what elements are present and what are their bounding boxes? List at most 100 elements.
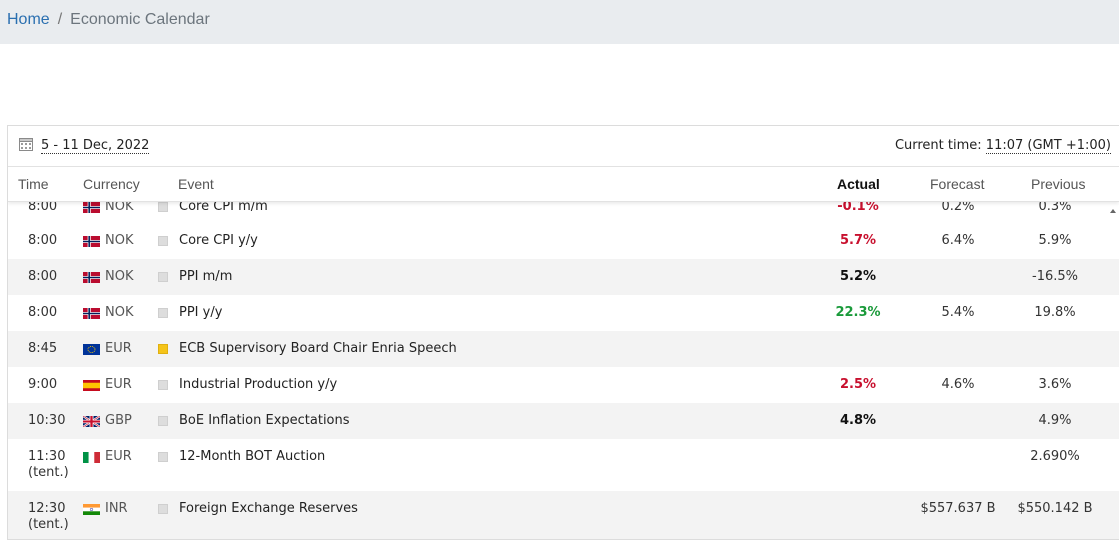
column-header-event: Event bbox=[178, 176, 214, 192]
event-name-link[interactable]: ECB Supervisory Board Chair Enria Speech bbox=[179, 341, 457, 356]
importance-indicator-icon bbox=[158, 452, 168, 462]
event-actual: 5.2% bbox=[839, 269, 877, 284]
event-time: 11:30 (tent.) bbox=[28, 449, 78, 481]
current-time: Current time: 11:07 (GMT +1:00) bbox=[894, 138, 1111, 154]
event-forecast: 5.4% bbox=[941, 305, 975, 320]
event-time-tentative: (tent.) bbox=[28, 517, 69, 532]
india-flag-icon bbox=[83, 504, 100, 515]
event-time: 8:00 bbox=[28, 305, 78, 321]
event-time-value: 8:00 bbox=[28, 269, 58, 284]
event-time: 8:00 bbox=[28, 269, 78, 285]
event-row[interactable]: 8:00 NOK PPI m/m 5.2% -16.5% bbox=[8, 259, 1119, 295]
event-forecast: 0.2% bbox=[941, 201, 975, 214]
event-name-link[interactable]: Industrial Production y/y bbox=[179, 377, 337, 392]
event-previous: $550.142 B bbox=[1017, 501, 1093, 516]
event-actual: 5.7% bbox=[839, 233, 877, 248]
spain-flag-icon bbox=[83, 380, 100, 391]
event-currency: NOK bbox=[105, 233, 134, 248]
event-actual: 22.3% bbox=[835, 305, 881, 320]
event-row[interactable]: 8:00 NOK Core CPI y/y 5.7% 6.4% 5.9% bbox=[8, 223, 1119, 259]
event-forecast: 6.4% bbox=[941, 233, 975, 248]
calendar-icon[interactable] bbox=[19, 137, 33, 151]
importance-indicator-icon bbox=[158, 308, 168, 318]
event-name-link[interactable]: Core CPI y/y bbox=[179, 233, 258, 248]
event-time: 8:00 bbox=[28, 201, 78, 215]
event-time-value: 8:00 bbox=[28, 305, 58, 320]
event-forecast: $557.637 B bbox=[920, 501, 996, 516]
event-currency: EUR bbox=[105, 449, 132, 464]
event-actual: -0.1% bbox=[837, 201, 879, 214]
event-time-value: 11:30 bbox=[28, 449, 66, 464]
event-time: 12:30 (tent.) bbox=[28, 501, 78, 533]
event-previous: 19.8% bbox=[1034, 305, 1076, 320]
event-currency: EUR bbox=[105, 377, 132, 392]
importance-indicator-icon bbox=[158, 380, 168, 390]
current-time-label: Current time: bbox=[894, 138, 982, 153]
timezone-selector[interactable]: 11:07 (GMT +1:00) bbox=[985, 138, 1111, 154]
breadcrumb-current: Economic Calendar bbox=[70, 11, 210, 28]
importance-indicator-icon bbox=[158, 344, 168, 354]
norway-flag-icon bbox=[83, 236, 100, 247]
norway-flag-icon bbox=[83, 202, 100, 213]
column-header-forecast: Forecast bbox=[930, 176, 985, 192]
event-name-link[interactable]: Foreign Exchange Reserves bbox=[179, 501, 358, 516]
event-forecast: 4.6% bbox=[941, 377, 975, 392]
event-row[interactable]: 8:00 NOK Core CPI m/m -0.1% 0.2% 0.3% bbox=[8, 201, 1119, 223]
event-name-link[interactable]: 12-Month BOT Auction bbox=[179, 449, 325, 464]
event-previous: 0.3% bbox=[1038, 201, 1072, 214]
event-name-link[interactable]: PPI y/y bbox=[179, 305, 222, 320]
event-currency: NOK bbox=[105, 269, 134, 284]
event-row[interactable]: 11:30 (tent.) EUR 12-Month BOT Auction 2.690… bbox=[8, 439, 1119, 491]
breadcrumb-separator: / bbox=[57, 11, 63, 28]
event-time: 9:00 bbox=[28, 377, 78, 393]
event-name-link[interactable]: BoE Inflation Expectations bbox=[179, 413, 350, 428]
italy-flag-icon bbox=[83, 452, 100, 463]
event-previous: 5.9% bbox=[1038, 233, 1072, 248]
uk-flag-icon bbox=[82, 415, 101, 428]
event-currency: EUR bbox=[105, 341, 132, 356]
event-row[interactable]: 10:30 GBP BoE Inflation Expectations 4.8% 4.… bbox=[8, 403, 1119, 439]
date-range-picker[interactable]: 5 - 11 Dec, 2022 bbox=[41, 138, 150, 154]
economic-calendar-panel: 5 - 11 Dec, 2022 Current time: 11:07 (GM… bbox=[7, 125, 1119, 540]
importance-indicator-icon bbox=[158, 416, 168, 426]
event-time: 8:45 bbox=[28, 341, 78, 357]
event-previous: -16.5% bbox=[1032, 269, 1078, 284]
event-row[interactable]: 8:45 EUR ECB Supervisory Board Chair Enria… bbox=[8, 331, 1119, 367]
event-time-value: 10:30 bbox=[28, 413, 66, 428]
event-currency: GBP bbox=[105, 413, 132, 428]
event-name-link[interactable]: PPI m/m bbox=[179, 269, 232, 284]
column-header-actual: Actual bbox=[837, 176, 880, 192]
importance-indicator-icon bbox=[158, 236, 168, 246]
norway-flag-icon bbox=[83, 272, 100, 283]
event-time-tentative: (tent.) bbox=[28, 465, 69, 480]
importance-indicator-icon bbox=[158, 202, 168, 212]
event-time-value: 12:30 bbox=[28, 501, 66, 516]
event-time-value: 9:00 bbox=[28, 377, 58, 392]
breadcrumb-home-link[interactable]: Home bbox=[7, 11, 50, 28]
column-header-currency: Currency bbox=[83, 176, 140, 192]
event-actual: 2.5% bbox=[839, 377, 877, 392]
event-row[interactable]: 9:00 EUR Industrial Production y/y 2.5% 4.6%… bbox=[8, 367, 1119, 403]
calendar-toolbar: 5 - 11 Dec, 2022 Current time: 11:07 (GM… bbox=[8, 126, 1119, 167]
event-previous: 4.9% bbox=[1038, 413, 1072, 428]
event-name-link[interactable]: Core CPI m/m bbox=[179, 201, 268, 214]
event-previous: 2.690% bbox=[1030, 449, 1080, 464]
event-time-value: 8:00 bbox=[28, 233, 58, 248]
importance-indicator-icon bbox=[158, 504, 168, 514]
event-row[interactable]: 8:00 NOK PPI y/y 22.3% 5.4% 19.8% bbox=[8, 295, 1119, 331]
event-previous: 3.6% bbox=[1038, 377, 1072, 392]
event-time: 8:00 bbox=[28, 233, 78, 249]
event-currency: NOK bbox=[105, 201, 134, 214]
eu-flag-icon bbox=[83, 344, 100, 355]
event-time-value: 8:00 bbox=[28, 201, 58, 214]
events-table-body: 8:00 NOK Core CPI m/m -0.1% 0.2% 0.3% 8:00 NOK C… bbox=[8, 201, 1119, 539]
event-row[interactable]: 12:30 (tent.) INR Foreign Exchange Reserves… bbox=[8, 491, 1119, 539]
event-currency: INR bbox=[105, 501, 128, 516]
column-header-previous: Previous bbox=[1031, 176, 1086, 192]
importance-indicator-icon bbox=[158, 272, 168, 282]
event-time: 10:30 bbox=[28, 413, 78, 429]
scroll-up-arrow-icon[interactable] bbox=[1110, 209, 1116, 213]
table-header: Time Currency Event Actual Forecast Prev… bbox=[8, 167, 1119, 202]
event-time-value: 8:45 bbox=[28, 341, 58, 356]
column-header-time: Time bbox=[18, 176, 49, 192]
